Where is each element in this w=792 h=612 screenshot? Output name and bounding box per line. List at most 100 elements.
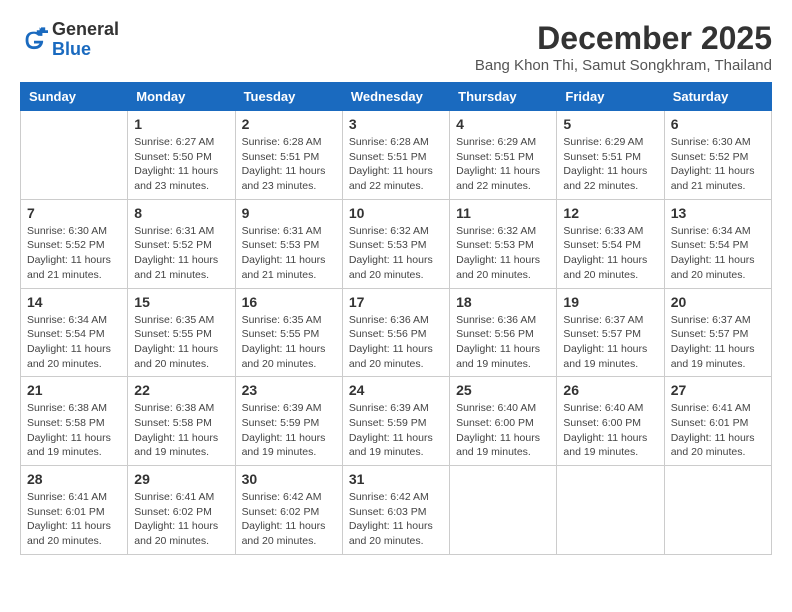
day-number: 14 — [27, 294, 121, 310]
day-info: Sunrise: 6:38 AM Sunset: 5:58 PM Dayligh… — [134, 401, 228, 460]
calendar-cell: 18 Sunrise: 6:36 AM Sunset: 5:56 PM Dayli… — [450, 288, 557, 377]
day-number: 22 — [134, 382, 228, 398]
day-info: Sunrise: 6:36 AM Sunset: 5:56 PM Dayligh… — [349, 313, 443, 372]
day-number: 30 — [242, 471, 336, 487]
day-number: 4 — [456, 116, 550, 132]
day-number: 13 — [671, 205, 765, 221]
day-number: 29 — [134, 471, 228, 487]
day-info: Sunrise: 6:41 AM Sunset: 6:01 PM Dayligh… — [671, 401, 765, 460]
calendar-cell: 16 Sunrise: 6:35 AM Sunset: 5:55 PM Dayli… — [235, 288, 342, 377]
day-info: Sunrise: 6:34 AM Sunset: 5:54 PM Dayligh… — [671, 224, 765, 283]
calendar-cell: 25Sunrise: 6:40 AM Sunset: 6:00 PM Dayli… — [450, 377, 557, 466]
day-info: Sunrise: 6:41 AM Sunset: 6:02 PM Dayligh… — [134, 490, 228, 549]
day-info: Sunrise: 6:29 AM Sunset: 5:51 PM Dayligh… — [456, 135, 550, 194]
calendar-cell: 9 Sunrise: 6:31 AM Sunset: 5:53 PM Daylig… — [235, 199, 342, 288]
calendar-cell: 6Sunrise: 6:30 AM Sunset: 5:52 PM Daylig… — [664, 111, 771, 200]
day-number: 16 — [242, 294, 336, 310]
week-row-4: 21 Sunrise: 6:38 AM Sunset: 5:58 PM Dayli… — [21, 377, 772, 466]
day-info: Sunrise: 6:39 AM Sunset: 5:59 PM Dayligh… — [242, 401, 336, 460]
calendar-cell: 12Sunrise: 6:33 AM Sunset: 5:54 PM Dayli… — [557, 199, 664, 288]
day-info: Sunrise: 6:41 AM Sunset: 6:01 PM Dayligh… — [27, 490, 121, 549]
day-number: 10 — [349, 205, 443, 221]
calendar-cell: 20 Sunrise: 6:37 AM Sunset: 5:57 PM Dayli… — [664, 288, 771, 377]
col-header-sunday: Sunday — [21, 83, 128, 111]
calendar-cell: 7Sunrise: 6:30 AM Sunset: 5:52 PM Daylig… — [21, 199, 128, 288]
calendar-cell — [664, 466, 771, 555]
title-block: December 2025 Bang Khon Thi, Samut Songk… — [475, 20, 772, 74]
logo-blue-text: Blue — [52, 39, 91, 59]
calendar-cell: 30Sunrise: 6:42 AM Sunset: 6:02 PM Dayli… — [235, 466, 342, 555]
location-title: Bang Khon Thi, Samut Songkhram, Thailand — [475, 57, 772, 74]
day-info: Sunrise: 6:35 AM Sunset: 5:55 PM Dayligh… — [134, 313, 228, 372]
calendar-cell: 23 Sunrise: 6:39 AM Sunset: 5:59 PM Dayli… — [235, 377, 342, 466]
week-row-1: 1Sunrise: 6:27 AM Sunset: 5:50 PM Daylig… — [21, 111, 772, 200]
calendar-cell — [557, 466, 664, 555]
day-number: 20 — [671, 294, 765, 310]
col-header-saturday: Saturday — [664, 83, 771, 111]
day-number: 8 — [134, 205, 228, 221]
col-header-tuesday: Tuesday — [235, 83, 342, 111]
day-info: Sunrise: 6:42 AM Sunset: 6:03 PM Dayligh… — [349, 490, 443, 549]
calendar-table: SundayMondayTuesdayWednesdayThursdayFrid… — [20, 82, 772, 555]
day-number: 3 — [349, 116, 443, 132]
calendar-cell: 14 Sunrise: 6:34 AM Sunset: 5:54 PM Dayli… — [21, 288, 128, 377]
day-number: 17 — [349, 294, 443, 310]
col-header-thursday: Thursday — [450, 83, 557, 111]
day-info: Sunrise: 6:31 AM Sunset: 5:53 PM Dayligh… — [242, 224, 336, 283]
day-number: 18 — [456, 294, 550, 310]
col-header-friday: Friday — [557, 83, 664, 111]
logo: General Blue — [20, 20, 119, 60]
day-info: Sunrise: 6:35 AM Sunset: 5:55 PM Dayligh… — [242, 313, 336, 372]
calendar-cell: 26Sunrise: 6:40 AM Sunset: 6:00 PM Dayli… — [557, 377, 664, 466]
day-number: 1 — [134, 116, 228, 132]
day-info: Sunrise: 6:34 AM Sunset: 5:54 PM Dayligh… — [27, 313, 121, 372]
calendar-cell: 10 Sunrise: 6:32 AM Sunset: 5:53 PM Dayli… — [342, 199, 449, 288]
calendar-cell: 17 Sunrise: 6:36 AM Sunset: 5:56 PM Dayli… — [342, 288, 449, 377]
day-number: 23 — [242, 382, 336, 398]
day-info: Sunrise: 6:37 AM Sunset: 5:57 PM Dayligh… — [563, 313, 657, 372]
calendar-cell: 13 Sunrise: 6:34 AM Sunset: 5:54 PM Dayli… — [664, 199, 771, 288]
day-number: 11 — [456, 205, 550, 221]
calendar-cell: 24Sunrise: 6:39 AM Sunset: 5:59 PM Dayli… — [342, 377, 449, 466]
calendar-cell: 1Sunrise: 6:27 AM Sunset: 5:50 PM Daylig… — [128, 111, 235, 200]
day-number: 19 — [563, 294, 657, 310]
week-row-2: 7Sunrise: 6:30 AM Sunset: 5:52 PM Daylig… — [21, 199, 772, 288]
day-number: 2 — [242, 116, 336, 132]
calendar-cell: 27Sunrise: 6:41 AM Sunset: 6:01 PM Dayli… — [664, 377, 771, 466]
day-number: 15 — [134, 294, 228, 310]
day-info: Sunrise: 6:36 AM Sunset: 5:56 PM Dayligh… — [456, 313, 550, 372]
col-header-monday: Monday — [128, 83, 235, 111]
day-info: Sunrise: 6:40 AM Sunset: 6:00 PM Dayligh… — [563, 401, 657, 460]
day-info: Sunrise: 6:37 AM Sunset: 5:57 PM Dayligh… — [671, 313, 765, 372]
calendar-cell: 4 Sunrise: 6:29 AM Sunset: 5:51 PM Daylig… — [450, 111, 557, 200]
logo-general-text: General — [52, 19, 119, 39]
calendar-cell: 19 Sunrise: 6:37 AM Sunset: 5:57 PM Dayli… — [557, 288, 664, 377]
calendar-cell: 28 Sunrise: 6:41 AM Sunset: 6:01 PM Dayli… — [21, 466, 128, 555]
day-number: 7 — [27, 205, 121, 221]
calendar-cell: 8 Sunrise: 6:31 AM Sunset: 5:52 PM Daylig… — [128, 199, 235, 288]
col-header-wednesday: Wednesday — [342, 83, 449, 111]
page-header: General Blue December 2025 Bang Khon Thi… — [20, 20, 772, 74]
calendar-cell: 21Sunrise: 6:38 AM Sunset: 5:58 PM Dayli… — [21, 377, 128, 466]
day-number: 28 — [27, 471, 121, 487]
day-info: Sunrise: 6:28 AM Sunset: 5:51 PM Dayligh… — [349, 135, 443, 194]
calendar-cell: 31 Sunrise: 6:42 AM Sunset: 6:03 PM Dayli… — [342, 466, 449, 555]
calendar-cell: 22 Sunrise: 6:38 AM Sunset: 5:58 PM Dayli… — [128, 377, 235, 466]
calendar-header-row: SundayMondayTuesdayWednesdayThursdayFrid… — [21, 83, 772, 111]
day-info: Sunrise: 6:28 AM Sunset: 5:51 PM Dayligh… — [242, 135, 336, 194]
day-info: Sunrise: 6:31 AM Sunset: 5:52 PM Dayligh… — [134, 224, 228, 283]
month-title: December 2025 — [475, 20, 772, 57]
day-info: Sunrise: 6:40 AM Sunset: 6:00 PM Dayligh… — [456, 401, 550, 460]
day-info: Sunrise: 6:30 AM Sunset: 5:52 PM Dayligh… — [671, 135, 765, 194]
day-info: Sunrise: 6:39 AM Sunset: 5:59 PM Dayligh… — [349, 401, 443, 460]
day-info: Sunrise: 6:29 AM Sunset: 5:51 PM Dayligh… — [563, 135, 657, 194]
day-info: Sunrise: 6:33 AM Sunset: 5:54 PM Dayligh… — [563, 224, 657, 283]
day-number: 21 — [27, 382, 121, 398]
day-number: 9 — [242, 205, 336, 221]
calendar-cell: 11Sunrise: 6:32 AM Sunset: 5:53 PM Dayli… — [450, 199, 557, 288]
day-info: Sunrise: 6:32 AM Sunset: 5:53 PM Dayligh… — [349, 224, 443, 283]
calendar-cell: 15 Sunrise: 6:35 AM Sunset: 5:55 PM Dayli… — [128, 288, 235, 377]
calendar-cell: 3 Sunrise: 6:28 AM Sunset: 5:51 PM Daylig… — [342, 111, 449, 200]
calendar-cell: 5Sunrise: 6:29 AM Sunset: 5:51 PM Daylig… — [557, 111, 664, 200]
day-number: 31 — [349, 471, 443, 487]
